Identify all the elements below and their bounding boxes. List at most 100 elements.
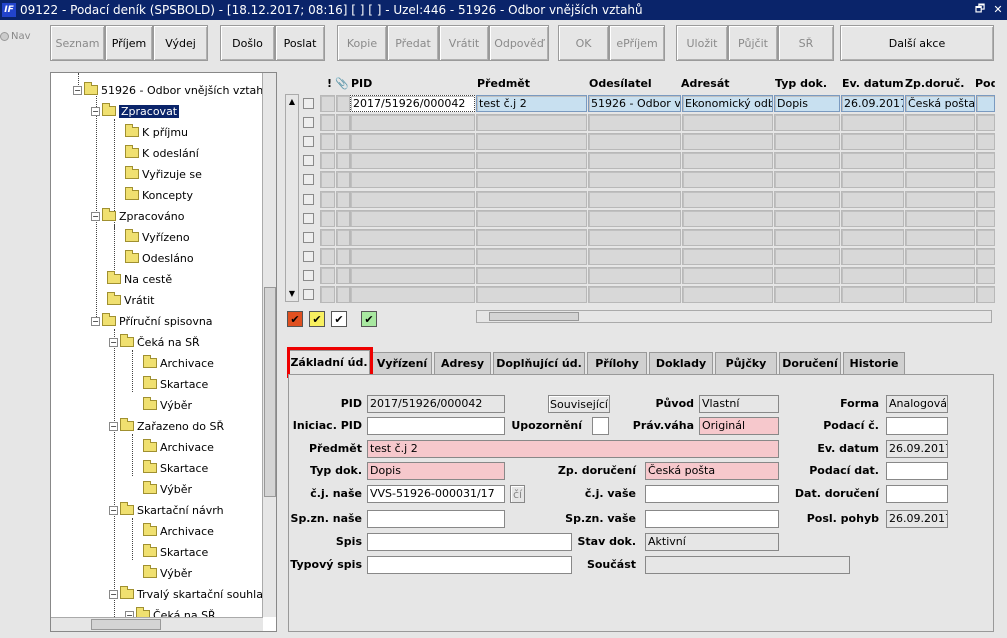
- row-checkbox[interactable]: [303, 174, 314, 186]
- grid-cell[interactable]: [905, 228, 975, 246]
- row-checkbox[interactable]: [303, 212, 314, 224]
- scroll-down-icon[interactable]: ▼: [286, 288, 298, 300]
- scrollbar-thumb[interactable]: [489, 312, 579, 321]
- predat-button[interactable]: Předat: [387, 25, 439, 61]
- row-checkbox[interactable]: [303, 117, 314, 129]
- upozorneni-checkbox[interactable]: [592, 417, 609, 435]
- grid-cell[interactable]: [350, 152, 475, 170]
- grid-cell[interactable]: [336, 286, 350, 303]
- grid-cell[interactable]: [905, 190, 975, 208]
- legend-yellow-checkbox[interactable]: ✔: [309, 311, 325, 327]
- grid-cell[interactable]: [682, 152, 773, 170]
- grid-cell[interactable]: [336, 133, 350, 151]
- typovy-spis-field[interactable]: [367, 556, 572, 574]
- col-header-datum[interactable]: Ev. datum: [842, 72, 904, 94]
- grid-cell[interactable]: [588, 228, 681, 246]
- row-checkbox[interactable]: [303, 250, 314, 262]
- grid-cell[interactable]: [905, 152, 975, 170]
- tree-node-k-odeslani[interactable]: K odeslání: [125, 144, 199, 162]
- grid-cell[interactable]: [320, 228, 335, 246]
- grid-cell[interactable]: [841, 190, 904, 208]
- cell-pid[interactable]: 2017/51926/000042: [350, 95, 475, 112]
- grid-cell[interactable]: [350, 266, 475, 284]
- grid-cell[interactable]: [320, 133, 335, 151]
- grid-vertical-scrollbar[interactable]: ▲ ▼: [285, 94, 299, 302]
- iniciac-pid-field[interactable]: [367, 417, 505, 435]
- grid-cell[interactable]: [976, 114, 995, 132]
- eprijem-button[interactable]: ePříjem: [609, 25, 665, 61]
- grid-cell[interactable]: [476, 114, 587, 132]
- tab-adresy[interactable]: Adresy: [434, 352, 491, 374]
- cj-nase-field[interactable]: VVS-51926-000031/17: [367, 485, 505, 503]
- legend-red-checkbox[interactable]: ✔: [287, 311, 303, 327]
- tree-node-vyber-1[interactable]: Výběr: [143, 396, 192, 414]
- grid-cell[interactable]: [336, 228, 350, 246]
- grid-cell[interactable]: [320, 286, 335, 303]
- grid-cell[interactable]: [682, 209, 773, 227]
- tree-node-vyber-2[interactable]: Výběr: [143, 480, 192, 498]
- grid-cell[interactable]: [841, 209, 904, 227]
- grid-cell[interactable]: [588, 247, 681, 265]
- row-checkbox[interactable]: [303, 269, 314, 281]
- cell-odesilatel[interactable]: 51926 - Odbor vnější: [588, 95, 681, 112]
- grid-cell[interactable]: [588, 114, 681, 132]
- grid-cell[interactable]: [905, 266, 975, 284]
- tree-node-ceka-na-sr-2[interactable]: − Čeká na SŘ: [125, 606, 216, 617]
- row-checkbox[interactable]: [303, 136, 314, 148]
- legend-white-checkbox[interactable]: ✔: [331, 311, 347, 327]
- scrollbar-thumb[interactable]: [91, 619, 161, 630]
- col-header-pod[interactable]: Pod: [975, 72, 995, 94]
- grid-cell[interactable]: [976, 247, 995, 265]
- tab-prilohy[interactable]: Přílohy: [587, 352, 647, 374]
- grid-cell[interactable]: [320, 247, 335, 265]
- dat-doruceni-field[interactable]: [886, 485, 948, 503]
- grid-cell[interactable]: [476, 190, 587, 208]
- grid-cell[interactable]: [476, 247, 587, 265]
- grid-cell[interactable]: [682, 114, 773, 132]
- tab-doklady[interactable]: Doklady: [649, 352, 713, 374]
- col-header-predmet[interactable]: Předmět: [477, 72, 585, 94]
- tree-node-archivace-1[interactable]: Archivace: [143, 354, 214, 372]
- tree-node-zpracovano[interactable]: − Zpracováno: [91, 207, 185, 225]
- grid-cell[interactable]: [682, 286, 773, 303]
- scrollbar-thumb[interactable]: [264, 287, 276, 497]
- col-header-odesilatel[interactable]: Odesílatel: [589, 72, 679, 94]
- seznam-button[interactable]: Seznam: [50, 25, 105, 61]
- tree-node-skartace-1[interactable]: Skartace: [143, 375, 208, 393]
- ok-button[interactable]: OK: [558, 25, 609, 61]
- tree-node-root[interactable]: −51926 - Odbor vnějších vztahů: [73, 81, 263, 99]
- predmet-field[interactable]: test č.j 2: [367, 440, 779, 458]
- tree-node-odeslano[interactable]: Odesláno: [125, 249, 194, 267]
- grid-cell[interactable]: [476, 286, 587, 303]
- row-checkbox[interactable]: [303, 98, 314, 109]
- col-header-adresat[interactable]: Adresát: [681, 72, 771, 94]
- grid-cell[interactable]: [336, 209, 350, 227]
- vratit-button[interactable]: Vrátit: [439, 25, 489, 61]
- grid-cell[interactable]: [682, 133, 773, 151]
- spzn-vase-field[interactable]: [645, 510, 779, 528]
- tree-node-prirucni-spisovna[interactable]: − Příruční spisovna: [91, 312, 213, 330]
- odpoved-button[interactable]: Odpověď: [489, 25, 549, 61]
- pujcit-button[interactable]: Půjčit: [728, 25, 778, 61]
- podaci-c-field[interactable]: [886, 417, 948, 435]
- grid-cell[interactable]: [905, 286, 975, 303]
- tab-historie[interactable]: Historie: [843, 352, 905, 374]
- grid-cell[interactable]: [320, 171, 335, 189]
- grid-cell[interactable]: [774, 266, 840, 284]
- row-checkbox[interactable]: [303, 193, 314, 205]
- grid-cell[interactable]: [336, 247, 350, 265]
- grid-cell[interactable]: [841, 114, 904, 132]
- grid-cell[interactable]: [588, 171, 681, 189]
- col-header-excl[interactable]: !: [327, 72, 335, 94]
- grid-cell[interactable]: [588, 266, 681, 284]
- col-header-pid[interactable]: PID: [351, 72, 471, 94]
- grid-cell[interactable]: [905, 209, 975, 227]
- grid-cell[interactable]: [588, 209, 681, 227]
- grid-cell[interactable]: [320, 114, 335, 132]
- tree-node-trvaly-souhlas[interactable]: − Trvalý skartační souhlas: [109, 585, 263, 603]
- legend-green-checkbox[interactable]: ✔: [361, 311, 377, 327]
- tree-node-archivace-2[interactable]: Archivace: [143, 438, 214, 456]
- grid-cell[interactable]: [350, 190, 475, 208]
- tree-node-ceka-na-sr[interactable]: − Čeká na SŘ: [109, 333, 200, 351]
- grid-cell[interactable]: [588, 133, 681, 151]
